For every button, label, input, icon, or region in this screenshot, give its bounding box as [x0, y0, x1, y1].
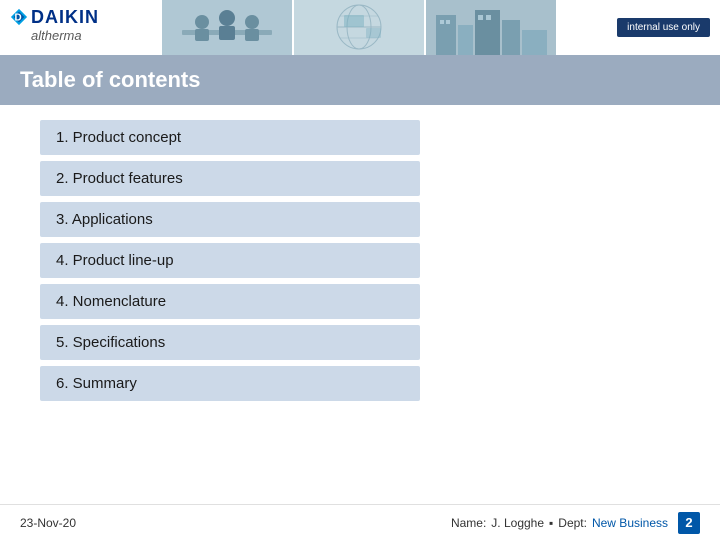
daikin-diamond-icon: D — [10, 8, 28, 26]
footer-name-label: Name: — [451, 516, 486, 530]
title-bar: Table of contents — [0, 55, 720, 105]
page-number: 2 — [678, 512, 700, 534]
header-image-globe — [294, 0, 424, 55]
header: D DAIKIN altherma — [0, 0, 720, 55]
footer-author-name: J. Logghe — [491, 516, 544, 530]
daikin-logo: D DAIKIN altherma — [10, 7, 100, 49]
logo-area: D DAIKIN altherma — [10, 7, 100, 49]
toc-item-5[interactable]: 4. Nomenclature — [40, 284, 420, 319]
header-images — [110, 0, 607, 55]
footer-date: 23-Nov-20 — [20, 516, 76, 530]
altherma-text: altherma — [31, 28, 82, 43]
toc-item-4[interactable]: 4. Product line-up — [40, 243, 420, 278]
daikin-brand-text: DAIKIN — [31, 7, 99, 28]
header-image-city — [426, 0, 556, 55]
footer-dept-label: Dept: — [558, 516, 587, 530]
footer-separator: ▪ — [549, 516, 553, 530]
internal-use-badge: internal use only — [617, 18, 710, 37]
toc-item-2[interactable]: 2. Product features — [40, 161, 420, 196]
toc-list: 1. Product concept 2. Product features 3… — [0, 105, 720, 416]
footer-dept-value: New Business — [592, 516, 668, 530]
header-image-meeting — [162, 0, 292, 55]
toc-item-3[interactable]: 3. Applications — [40, 202, 420, 237]
footer-right: Name: J. Logghe ▪ Dept: New Business 2 — [451, 512, 700, 534]
svg-text:D: D — [15, 13, 22, 24]
toc-item-1[interactable]: 1. Product concept — [40, 120, 420, 155]
toc-item-7[interactable]: 6. Summary — [40, 366, 420, 401]
toc-item-6[interactable]: 5. Specifications — [40, 325, 420, 360]
page-title: Table of contents — [20, 67, 201, 93]
footer: 23-Nov-20 Name: J. Logghe ▪ Dept: New Bu… — [0, 504, 720, 540]
